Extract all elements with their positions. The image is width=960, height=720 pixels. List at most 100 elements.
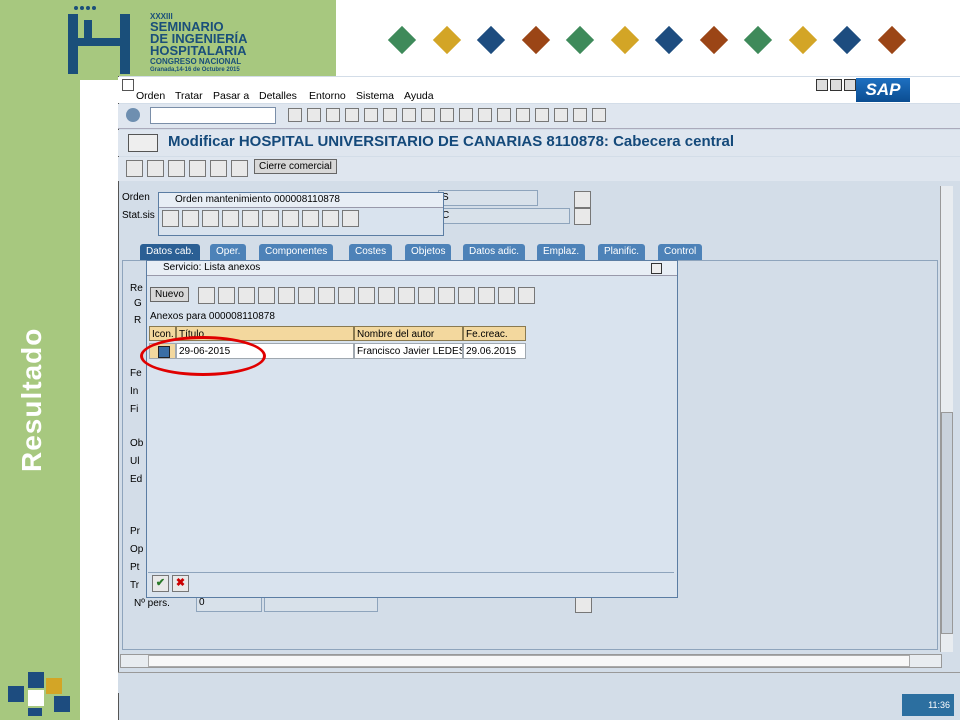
toolbar-icon[interactable] — [554, 108, 568, 122]
anexos-toolbar-icon[interactable] — [298, 287, 315, 304]
orden-description-field — [438, 190, 538, 206]
orden-popup-icon[interactable] — [342, 210, 359, 227]
tab-datos-adic[interactable]: Datos adic. — [463, 244, 526, 260]
toolbar-icon[interactable] — [497, 108, 511, 122]
cell-autor[interactable]: Francisco Javier LEDES — [354, 343, 463, 359]
app-toolbar-icon[interactable] — [231, 160, 248, 177]
anexos-toolbar-icon[interactable] — [278, 287, 295, 304]
col-autor[interactable]: Nombre del autor — [354, 326, 463, 341]
anexos-toolbar-icon[interactable] — [398, 287, 415, 304]
decor-diamond — [476, 25, 506, 55]
anexos-toolbar-icon[interactable] — [358, 287, 375, 304]
app-toolbar-icon[interactable] — [210, 160, 227, 177]
menu-orden[interactable]: Orden — [136, 90, 165, 102]
menu-tratar[interactable]: Tratar — [175, 90, 203, 102]
statsis-label: Stat.sis — [122, 210, 155, 221]
tab-oper[interactable]: Oper. — [210, 244, 247, 260]
group-label: Ed — [130, 474, 143, 485]
menu-sistema[interactable]: Sistema — [356, 90, 394, 102]
toolbar-icon[interactable] — [421, 108, 435, 122]
anexos-toolbar-icon[interactable] — [378, 287, 395, 304]
decor-diamond — [877, 25, 906, 55]
app-toolbar-icon[interactable] — [126, 160, 143, 177]
app-toolbar-icon[interactable] — [147, 160, 164, 177]
orden-popup-icon[interactable] — [202, 210, 219, 227]
tab-componentes[interactable]: Componentes — [259, 244, 334, 260]
app-toolbar-icon[interactable] — [168, 160, 185, 177]
toolbar-icon[interactable] — [592, 108, 606, 122]
anexos-toolbar-icon[interactable] — [238, 287, 255, 304]
orden-popup-icon[interactable] — [322, 210, 339, 227]
group-label: Tr — [130, 580, 140, 591]
display-change-icon[interactable] — [128, 134, 158, 152]
anexos-toolbar-icon[interactable] — [198, 287, 215, 304]
command-field[interactable] — [150, 107, 276, 124]
menu-entorno[interactable]: Entorno — [309, 90, 346, 102]
anexos-toolbar-icon[interactable] — [498, 287, 515, 304]
document-icon[interactable] — [574, 191, 591, 208]
toolbar-icon[interactable] — [516, 108, 530, 122]
anexos-heading: Anexos para 000008110878 — [150, 311, 275, 322]
status-check-icon[interactable] — [574, 208, 591, 225]
toolbar-icon[interactable] — [478, 108, 492, 122]
app-toolbar-icon[interactable] — [189, 160, 206, 177]
toolbar-icon[interactable] — [383, 108, 397, 122]
menu-ayuda[interactable]: Ayuda — [404, 90, 434, 102]
orden-popup-icon[interactable] — [242, 210, 259, 227]
tab-objetos[interactable]: Objetos — [405, 244, 452, 260]
tab-emplaz[interactable]: Emplaz. — [537, 244, 586, 260]
toolbar-icon[interactable] — [459, 108, 473, 122]
toolbar-icon[interactable] — [364, 108, 378, 122]
print-icon[interactable] — [575, 596, 592, 613]
anexos-toolbar-icon[interactable] — [218, 287, 235, 304]
tab-datos-cab[interactable]: Datos cab. — [140, 244, 200, 260]
maximize-icon[interactable] — [830, 79, 842, 91]
toolbar-icon[interactable] — [307, 108, 321, 122]
anexos-toolbar-icon[interactable] — [458, 287, 475, 304]
toolbar-icon[interactable] — [288, 108, 302, 122]
enter-icon[interactable] — [126, 108, 140, 122]
tab-control[interactable]: Control — [658, 244, 703, 260]
cierre-comercial-button[interactable]: Cierre comercial — [254, 159, 337, 174]
window-menu-icon[interactable] — [122, 79, 134, 91]
group-label: Re — [130, 283, 143, 294]
anexos-toolbar-icon[interactable] — [258, 287, 275, 304]
cancel-icon[interactable]: ✖ — [172, 575, 189, 592]
toolbar-icon[interactable] — [535, 108, 549, 122]
tab-costes[interactable]: Costes — [349, 244, 393, 260]
orden-popup-icon[interactable] — [302, 210, 319, 227]
menu-detalles[interactable]: Detalles — [259, 90, 297, 102]
anexos-toolbar-icon[interactable] — [478, 287, 495, 304]
vertical-scroll-thumb[interactable] — [941, 412, 953, 634]
anexos-toolbar-icon[interactable] — [318, 287, 335, 304]
horizontal-scroll-thumb[interactable] — [148, 655, 910, 667]
anexos-toolbar-icon[interactable] — [338, 287, 355, 304]
decor-diamond — [832, 25, 862, 55]
toolbar-icon[interactable] — [573, 108, 587, 122]
toolbar-icon[interactable] — [345, 108, 359, 122]
nuevo-button[interactable]: Nuevo — [150, 287, 189, 302]
toolbar-icon[interactable] — [402, 108, 416, 122]
confirm-icon[interactable]: ✔ — [152, 575, 169, 592]
minimize-icon[interactable] — [816, 79, 828, 91]
orden-popup-icon[interactable] — [262, 210, 279, 227]
close-icon[interactable] — [844, 79, 856, 91]
anexos-toolbar-icon[interactable] — [518, 287, 535, 304]
orden-popup-icon[interactable] — [282, 210, 299, 227]
tab-planific[interactable]: Planific. — [598, 244, 646, 260]
orden-popup-icon[interactable] — [222, 210, 239, 227]
orden-popup-icon[interactable] — [162, 210, 179, 227]
decor-diamond — [699, 25, 728, 55]
status-bar — [118, 672, 960, 693]
toolbar-icon[interactable] — [326, 108, 340, 122]
puzzle-logo — [8, 672, 70, 716]
popup-close-icon[interactable] — [651, 263, 662, 274]
group-label: Ul — [130, 456, 140, 467]
anexos-toolbar-icon[interactable] — [418, 287, 435, 304]
col-fecha[interactable]: Fe.creac. — [463, 326, 526, 341]
menu-pasar-a[interactable]: Pasar a — [213, 90, 249, 102]
cell-fecha[interactable]: 29.06.2015 — [463, 343, 526, 359]
orden-popup-icon[interactable] — [182, 210, 199, 227]
anexos-toolbar-icon[interactable] — [438, 287, 455, 304]
toolbar-icon[interactable] — [440, 108, 454, 122]
